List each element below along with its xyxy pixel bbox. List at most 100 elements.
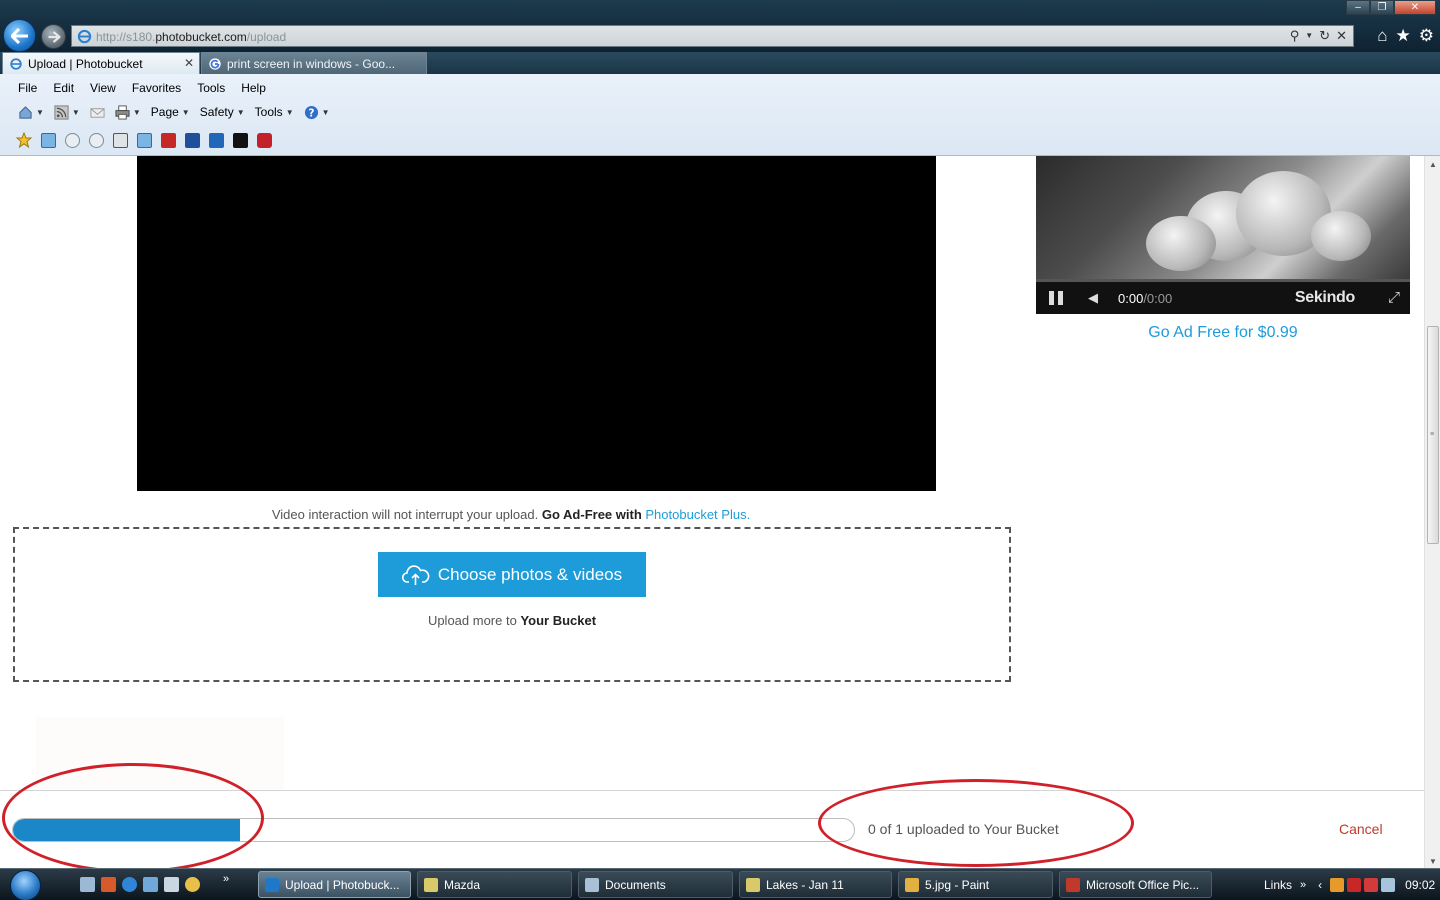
taskbar-item-mazda[interactable]: Mazda [417,871,572,898]
home-icon[interactable]: ⌂ [1377,26,1387,46]
video-player[interactable] [137,156,936,491]
page-menu[interactable]: Page ▼ [151,105,190,119]
chevron-down-icon[interactable]: ▼ [133,108,141,117]
search-icon[interactable]: ⚲ [1290,28,1300,44]
youtube-icon[interactable] [254,131,274,149]
address-bar[interactable]: http://s180.photobucket.com/upload ⚲ ▼ ↻… [71,25,1354,47]
menu-help[interactable]: Help [241,79,272,97]
arrow-right-icon [48,30,60,43]
volume-icon[interactable]: ◀ [1088,290,1098,306]
taskbar-item-ie[interactable]: Upload | Photobuck... [258,871,411,898]
menu-view[interactable]: View [90,79,122,97]
scroll-thumb[interactable]: ≡ [1427,326,1439,544]
folder-icon [585,877,599,892]
office-app-icon[interactable] [101,877,116,892]
site-icon[interactable] [62,131,82,149]
refresh-icon[interactable]: ↻ [1319,28,1330,44]
tab-upload-photobucket[interactable]: Upload | Photobucket ✕ [2,52,200,74]
fullscreen-icon[interactable]: ⤢ [1388,289,1400,306]
restore-button[interactable]: ❐ [1370,0,1394,15]
dropdown-icon[interactable]: ▼ [1305,28,1313,44]
upload-dropzone[interactable]: Choose photos & videos Upload more to Yo… [13,527,1011,682]
forward-button[interactable] [41,24,66,49]
menu-favorites[interactable]: Favorites [132,79,187,97]
photobucket-upload-page: ◀ 0:00/0:00 Sekindo ⤢ Go Ad Free for $0.… [0,156,1424,868]
links-more-icon[interactable]: » [1300,879,1306,891]
site-icon[interactable] [206,131,226,149]
minimize-button[interactable]: – [1346,0,1370,15]
cancel-upload-link[interactable]: Cancel [1339,821,1383,837]
clock[interactable]: 09:02 [1405,878,1435,892]
home-command[interactable]: ▼ [18,105,44,120]
favorites-star-icon[interactable] [14,131,34,149]
menu-bar: File Edit View Favorites Tools Help [18,79,282,97]
print-command[interactable]: ▼ [115,104,141,120]
tray-app-icon[interactable] [1330,878,1345,892]
command-bar: ▼ ▼ ▼ Page ▼ Safety ▼ Tools ▼ ? ▼ [18,103,340,121]
menu-file[interactable]: File [18,79,43,97]
show-desktop-icon[interactable] [80,877,95,892]
taskbar-item-lakes[interactable]: Lakes - Jan 11 [739,871,892,898]
back-button[interactable] [3,19,36,52]
site-icon[interactable] [110,131,130,149]
go-ad-free-link[interactable]: Go Ad Free for $0.99 [1036,324,1410,342]
close-window-button[interactable]: ✕ [1394,0,1436,15]
window-switch-icon[interactable] [143,877,158,892]
computer-icon[interactable] [164,877,179,892]
pause-icon[interactable] [1049,291,1063,305]
chevron-down-icon[interactable]: ▼ [36,108,44,117]
help-command[interactable]: ? ▼ [304,105,330,120]
ad-video-player[interactable]: ◀ 0:00/0:00 Sekindo ⤢ [1036,156,1410,314]
adobe-icon[interactable] [1347,878,1362,892]
scroll-up-arrow-icon[interactable]: ▲ [1429,160,1437,169]
chevron-down-icon[interactable]: ▼ [72,108,80,117]
tools-menu[interactable]: Tools ▼ [255,105,294,119]
google-icon [209,57,221,70]
links-toolbar[interactable]: Links [1264,878,1292,892]
site-icon[interactable] [86,131,106,149]
tab-google-search[interactable]: print screen in windows - Goo... [201,52,427,74]
upload-status-text: 0 of 1 uploaded to Your Bucket [868,821,1059,837]
upload-thumbnail-placeholder [36,717,284,790]
chevron-down-icon[interactable]: ▼ [322,108,330,117]
favorites-star-icon[interactable]: ★ [1396,26,1411,46]
network-icon[interactable] [1381,878,1396,892]
windows-logo-icon [10,870,41,900]
folder-icon [424,877,438,892]
site-icon[interactable] [230,131,250,149]
address-tools: ⚲ ▼ ↻ ✕ [1290,28,1347,44]
quick-launch [80,877,200,892]
menu-edit[interactable]: Edit [53,79,80,97]
site-icon[interactable] [134,131,154,149]
site-icon[interactable] [158,131,178,149]
taskbar-item-office-picture[interactable]: Microsoft Office Pic... [1059,871,1212,898]
mail-command[interactable] [90,105,105,120]
chevron-down-icon: ▼ [181,107,190,117]
quick-launch-more-icon[interactable]: » [223,873,229,885]
upload-progress-track [12,818,855,842]
tab-label: print screen in windows - Goo... [227,56,396,71]
site-icon[interactable] [182,131,202,149]
gear-icon[interactable]: ⚙ [1419,26,1434,46]
upload-more-text: Upload more to Your Bucket [427,613,597,628]
taskbar-item-paint[interactable]: 5.jpg - Paint [898,871,1053,898]
page-scrollbar[interactable]: ▲ ≡ ▼ [1424,156,1440,868]
feeds-command[interactable]: ▼ [54,104,80,120]
tray-warning-icon[interactable] [1364,878,1379,892]
safety-menu[interactable]: Safety ▼ [200,105,245,119]
messenger-icon[interactable] [185,877,200,892]
ie-icon[interactable] [122,877,137,892]
choose-photos-button[interactable]: Choose photos & videos [378,552,646,597]
home-icon [19,105,32,119]
close-tab-icon[interactable]: ✕ [184,56,194,70]
scroll-down-arrow-icon[interactable]: ▼ [1429,857,1437,866]
stop-icon[interactable]: ✕ [1336,28,1347,44]
web-slice-icon[interactable] [38,131,58,149]
tray-expand-icon[interactable]: ‹ [1318,878,1322,892]
sekindo-logo[interactable]: Sekindo [1295,289,1355,307]
taskbar-item-documents[interactable]: Documents [578,871,733,898]
address-text[interactable]: http://s180.photobucket.com/upload [96,30,286,44]
menu-tools[interactable]: Tools [197,79,231,97]
photobucket-plus-link[interactable]: Photobucket Plus. [645,507,750,522]
start-button[interactable] [6,869,46,900]
